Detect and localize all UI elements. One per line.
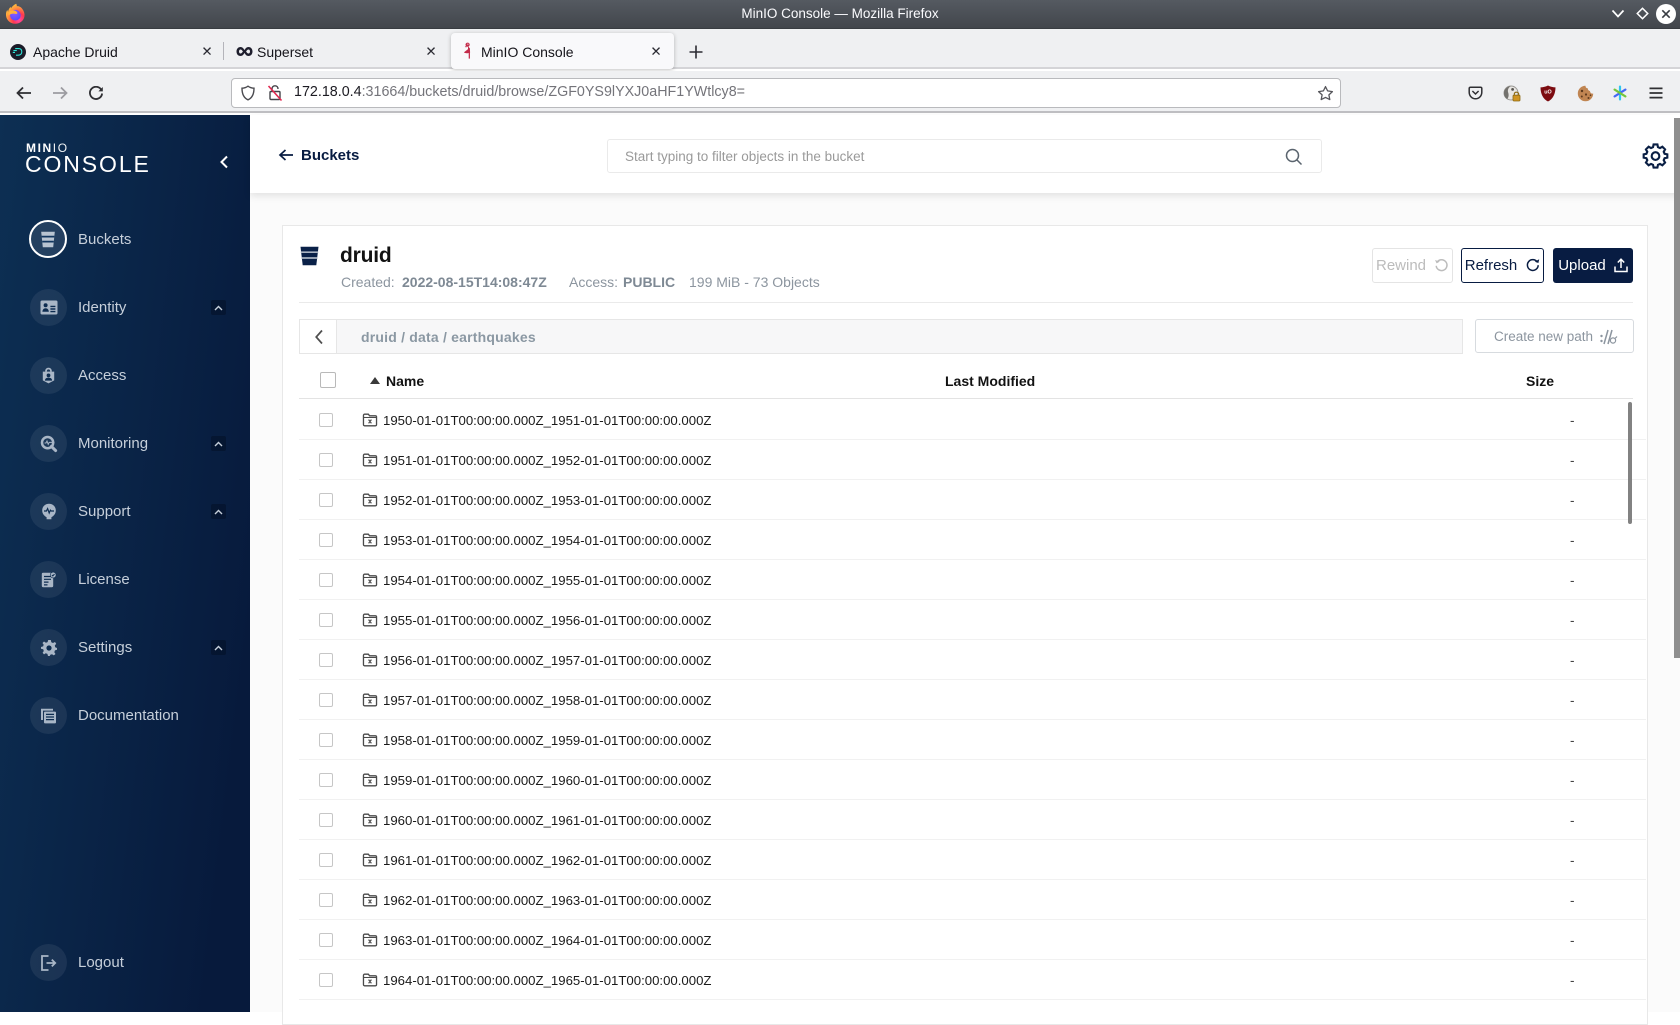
svg-text:uO: uO xyxy=(1544,90,1552,96)
